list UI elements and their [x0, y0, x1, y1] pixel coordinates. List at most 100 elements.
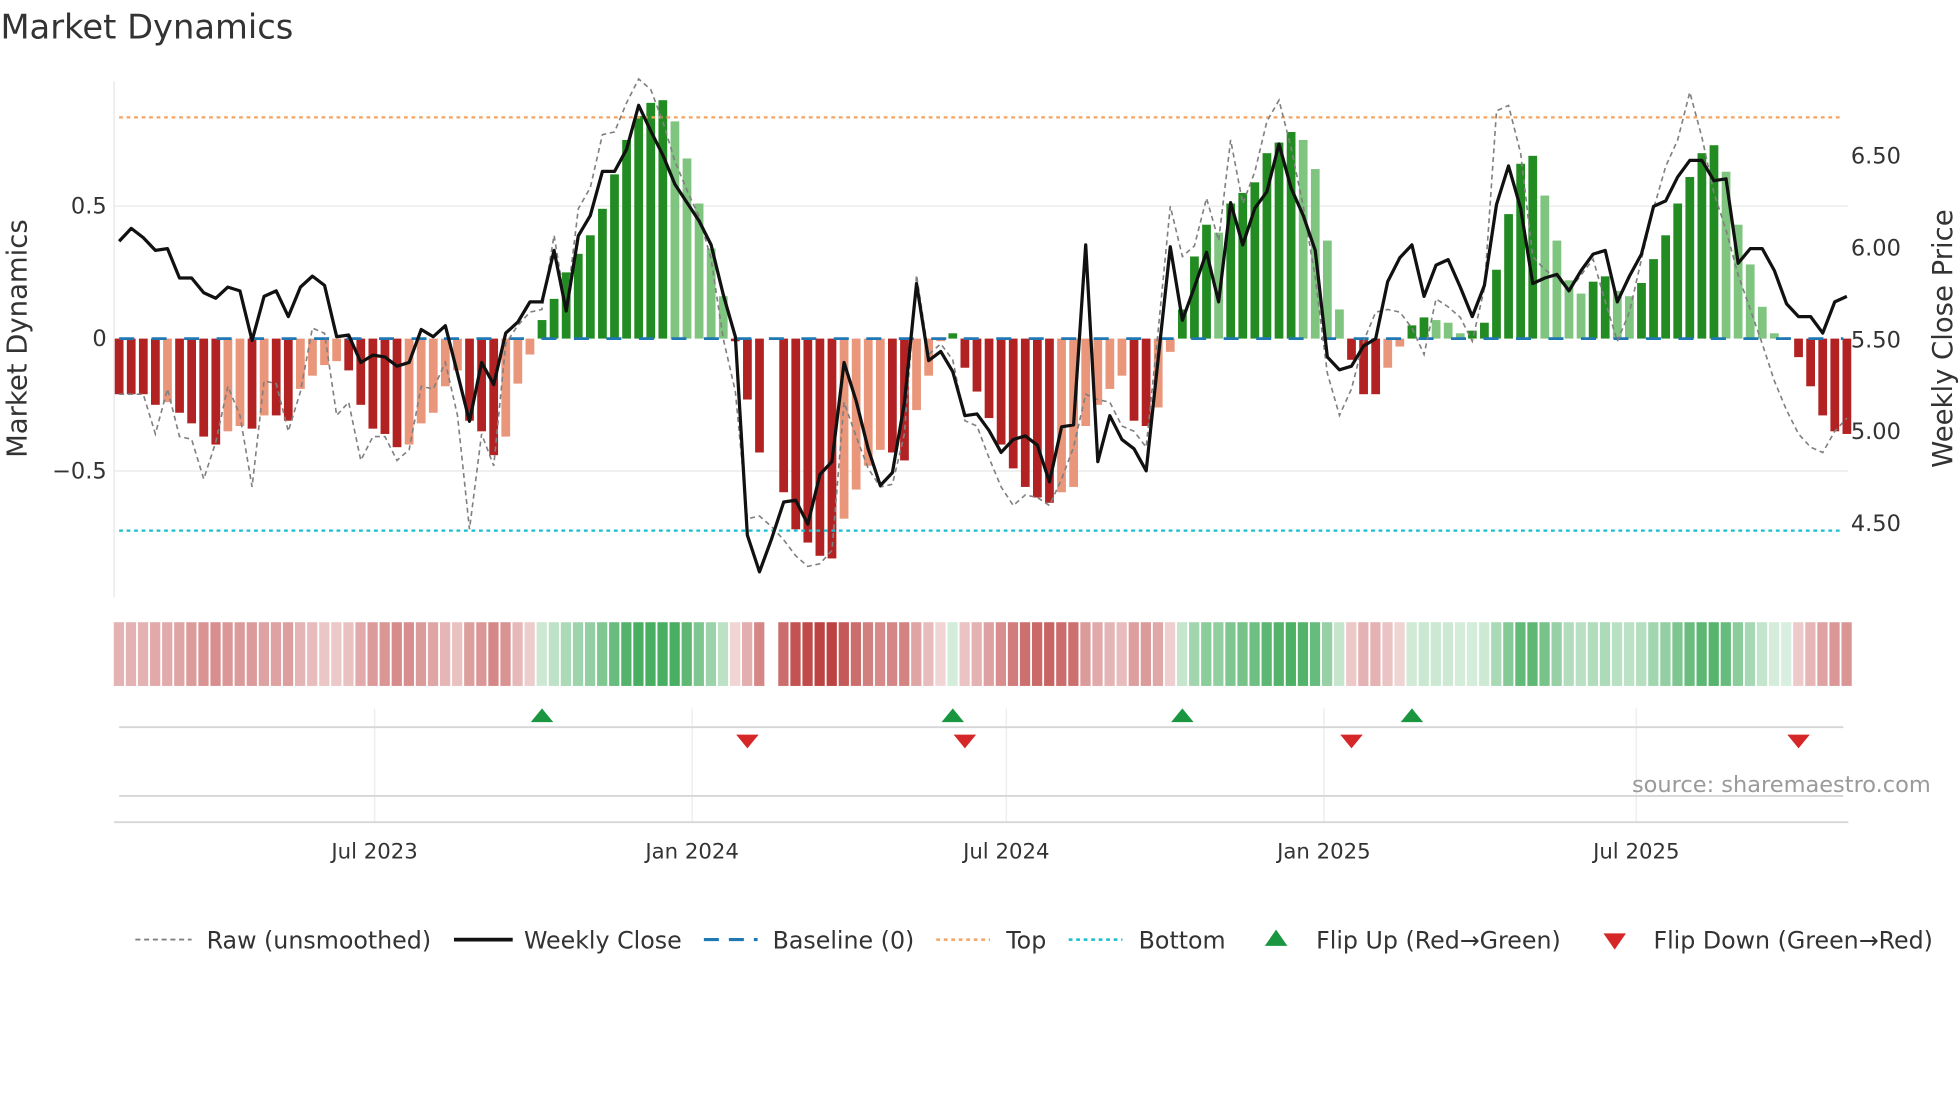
flip-down-marker: [1340, 734, 1363, 749]
strip-cell: [1732, 622, 1744, 686]
momentum-bar: [1407, 325, 1417, 339]
strip-cell: [210, 622, 221, 686]
strip-cell: [1225, 622, 1236, 686]
strip-cell: [1720, 622, 1731, 686]
momentum-bar: [223, 338, 233, 432]
momentum-bar: [392, 338, 402, 448]
y-tick-label-left: 0.5: [71, 194, 107, 220]
strip-cell: [971, 622, 982, 686]
momentum-bar: [622, 139, 631, 339]
strip-cell: [874, 622, 886, 686]
strip-cell: [331, 622, 342, 686]
strip-cell: [1672, 622, 1683, 686]
momentum-bar: [1818, 338, 1828, 416]
momentum-bar: [1806, 338, 1815, 387]
strip-cell: [162, 622, 173, 686]
strip-cell: [1648, 622, 1659, 686]
momentum-bar: [1335, 309, 1344, 339]
momentum-bar: [187, 338, 197, 424]
momentum-bar: [682, 158, 692, 339]
strip-cell: [899, 622, 910, 686]
strip-cell: [319, 622, 330, 686]
strip-cell: [609, 622, 620, 686]
strip-cell: [742, 622, 753, 686]
strip-cell: [1285, 622, 1296, 686]
strip-cell: [1539, 622, 1550, 686]
momentum-bar: [1141, 338, 1151, 427]
momentum-bar: [815, 338, 825, 556]
legend-baseline-label: Baseline (0): [773, 926, 915, 954]
strip-cell: [1587, 622, 1599, 686]
momentum-bar: [1419, 317, 1429, 339]
regime-strip: [113, 622, 1852, 686]
strip-cell: [1044, 622, 1055, 686]
momentum-bar: [960, 338, 970, 368]
legend-raw-label: Raw (unsmoothed): [207, 926, 431, 954]
strip-cell: [1756, 622, 1768, 686]
momentum-bar: [138, 338, 148, 395]
y-tick-label-right: 6.50: [1851, 144, 1901, 170]
strip-cell: [125, 622, 137, 686]
momentum-bar: [634, 116, 644, 339]
strip-cell: [258, 622, 269, 686]
momentum-bar: [610, 174, 619, 339]
strip-cell: [1769, 622, 1780, 686]
momentum-bar: [295, 338, 305, 389]
strip-cell: [1056, 622, 1067, 686]
strip-cell: [488, 622, 499, 686]
y-tick-label-left: −0.5: [52, 459, 107, 485]
momentum-bar: [1685, 177, 1695, 339]
momentum-bar: [1600, 276, 1610, 339]
y-tick-label-left: 0: [92, 326, 106, 352]
momentum-bar: [428, 338, 438, 413]
y-tick-label-right: 4.50: [1851, 511, 1901, 537]
strip-cell: [923, 622, 934, 686]
strip-cell: [1297, 622, 1309, 686]
momentum-bar: [1347, 338, 1356, 360]
strip-cell: [1599, 622, 1611, 686]
strip-cell: [1611, 622, 1623, 686]
strip-cell: [439, 622, 451, 686]
legend-top-label: Top: [1005, 926, 1046, 954]
flip-up-marker: [530, 708, 554, 723]
strip-cell: [174, 622, 185, 686]
strip-cell: [1454, 622, 1466, 686]
strip-cell: [1346, 622, 1357, 686]
legend-flip-up-icon: [1264, 929, 1288, 946]
strip-cell: [597, 622, 608, 686]
strip-cell: [1019, 622, 1031, 686]
strip-cell: [1624, 622, 1635, 686]
strip-cell: [1503, 622, 1514, 686]
strip-cell: [1515, 622, 1526, 686]
strip-cell: [1176, 622, 1188, 686]
momentum-bar: [755, 338, 764, 453]
strip-cell: [282, 622, 294, 686]
strip-cell: [572, 622, 584, 686]
strip-cell: [1394, 622, 1405, 686]
momentum-bar: [743, 338, 752, 400]
momentum-bar: [1576, 293, 1586, 339]
momentum-bar: [283, 338, 293, 421]
legend-bottom-label: Bottom: [1139, 926, 1226, 954]
strip-cell: [850, 622, 862, 686]
momentum-bar: [1129, 338, 1139, 421]
strip-cell: [548, 622, 559, 686]
strip-cell: [186, 622, 197, 686]
strip-cell: [1418, 622, 1429, 686]
momentum-bar: [356, 338, 366, 405]
momentum-bar: [175, 338, 184, 413]
momentum-bar: [1697, 153, 1707, 339]
flip-down-marker: [1787, 734, 1810, 749]
y-axis-left-label: Market Dynamics: [2, 219, 34, 458]
strip-cell: [500, 622, 511, 686]
momentum-bar: [235, 338, 245, 427]
legend: Raw (unsmoothed) Weekly Close Baseline (…: [135, 926, 1933, 954]
flip-up-marker: [1400, 708, 1424, 723]
momentum-bar: [1625, 296, 1634, 339]
momentum-bar: [888, 338, 897, 453]
strip-cell: [1829, 622, 1840, 686]
strip-cell: [512, 622, 523, 686]
momentum-bar: [598, 208, 607, 339]
strip-cell: [645, 622, 656, 686]
strip-cell: [222, 622, 233, 686]
